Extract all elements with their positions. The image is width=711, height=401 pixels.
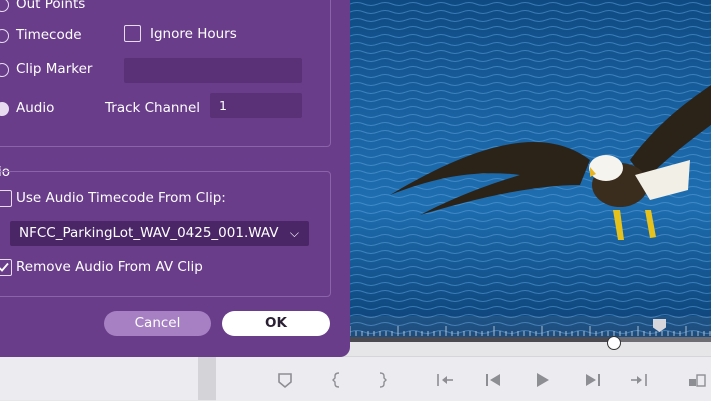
video-preview	[350, 0, 711, 340]
clip-marker-field[interactable]	[124, 58, 302, 83]
remove-audio-label: Remove Audio From AV Clip	[16, 259, 203, 275]
ignore-hours-checkbox[interactable]	[124, 25, 141, 42]
remove-audio-checkbox[interactable]	[0, 259, 12, 276]
marker-icon[interactable]	[274, 369, 296, 391]
audio-file-select[interactable]: NFCC_ParkingLot_WAV_0425_001.WAV ⌵	[10, 221, 309, 246]
ignore-hours-label: Ignore Hours	[150, 26, 237, 42]
go-to-out-icon[interactable]	[628, 369, 650, 391]
radio-timecode-label: Timecode	[16, 27, 82, 43]
track-channel-field[interactable]: 1	[210, 93, 302, 118]
mark-in-icon[interactable]	[326, 369, 348, 391]
cancel-button[interactable]: Cancel	[104, 311, 211, 336]
mark-out-icon[interactable]	[371, 369, 393, 391]
transport-bar	[216, 356, 711, 401]
progress-track[interactable]	[350, 337, 711, 342]
chevron-down-icon: ⌵	[289, 226, 299, 240]
use-audio-timecode-label: Use Audio Timecode From Clip:	[16, 190, 226, 206]
radio-out-points-label: Out Points	[16, 0, 86, 12]
playhead-handle[interactable]	[606, 336, 621, 350]
checkmark-icon	[0, 262, 9, 272]
overwrite-icon[interactable]	[686, 369, 708, 391]
progress-fill	[350, 337, 614, 342]
left-panel-footer	[0, 356, 198, 400]
radio-clip-marker-label: Clip Marker	[16, 61, 93, 77]
go-to-in-icon[interactable]	[434, 369, 456, 391]
ok-button[interactable]: OK	[222, 311, 330, 336]
use-audio-timecode-checkbox[interactable]	[0, 190, 12, 207]
step-forward-icon[interactable]	[582, 369, 604, 391]
eagle-image	[350, 0, 711, 340]
track-channel-label: Track Channel	[105, 100, 201, 116]
step-back-icon[interactable]	[482, 369, 504, 391]
play-icon[interactable]	[531, 369, 553, 391]
timecode-sync-dialog: Out Points Timecode Ignore Hours Clip Ma…	[0, 0, 350, 357]
audio-file-select-value: NFCC_ParkingLot_WAV_0425_001.WAV	[19, 225, 279, 241]
radio-audio-label: Audio	[16, 100, 55, 116]
